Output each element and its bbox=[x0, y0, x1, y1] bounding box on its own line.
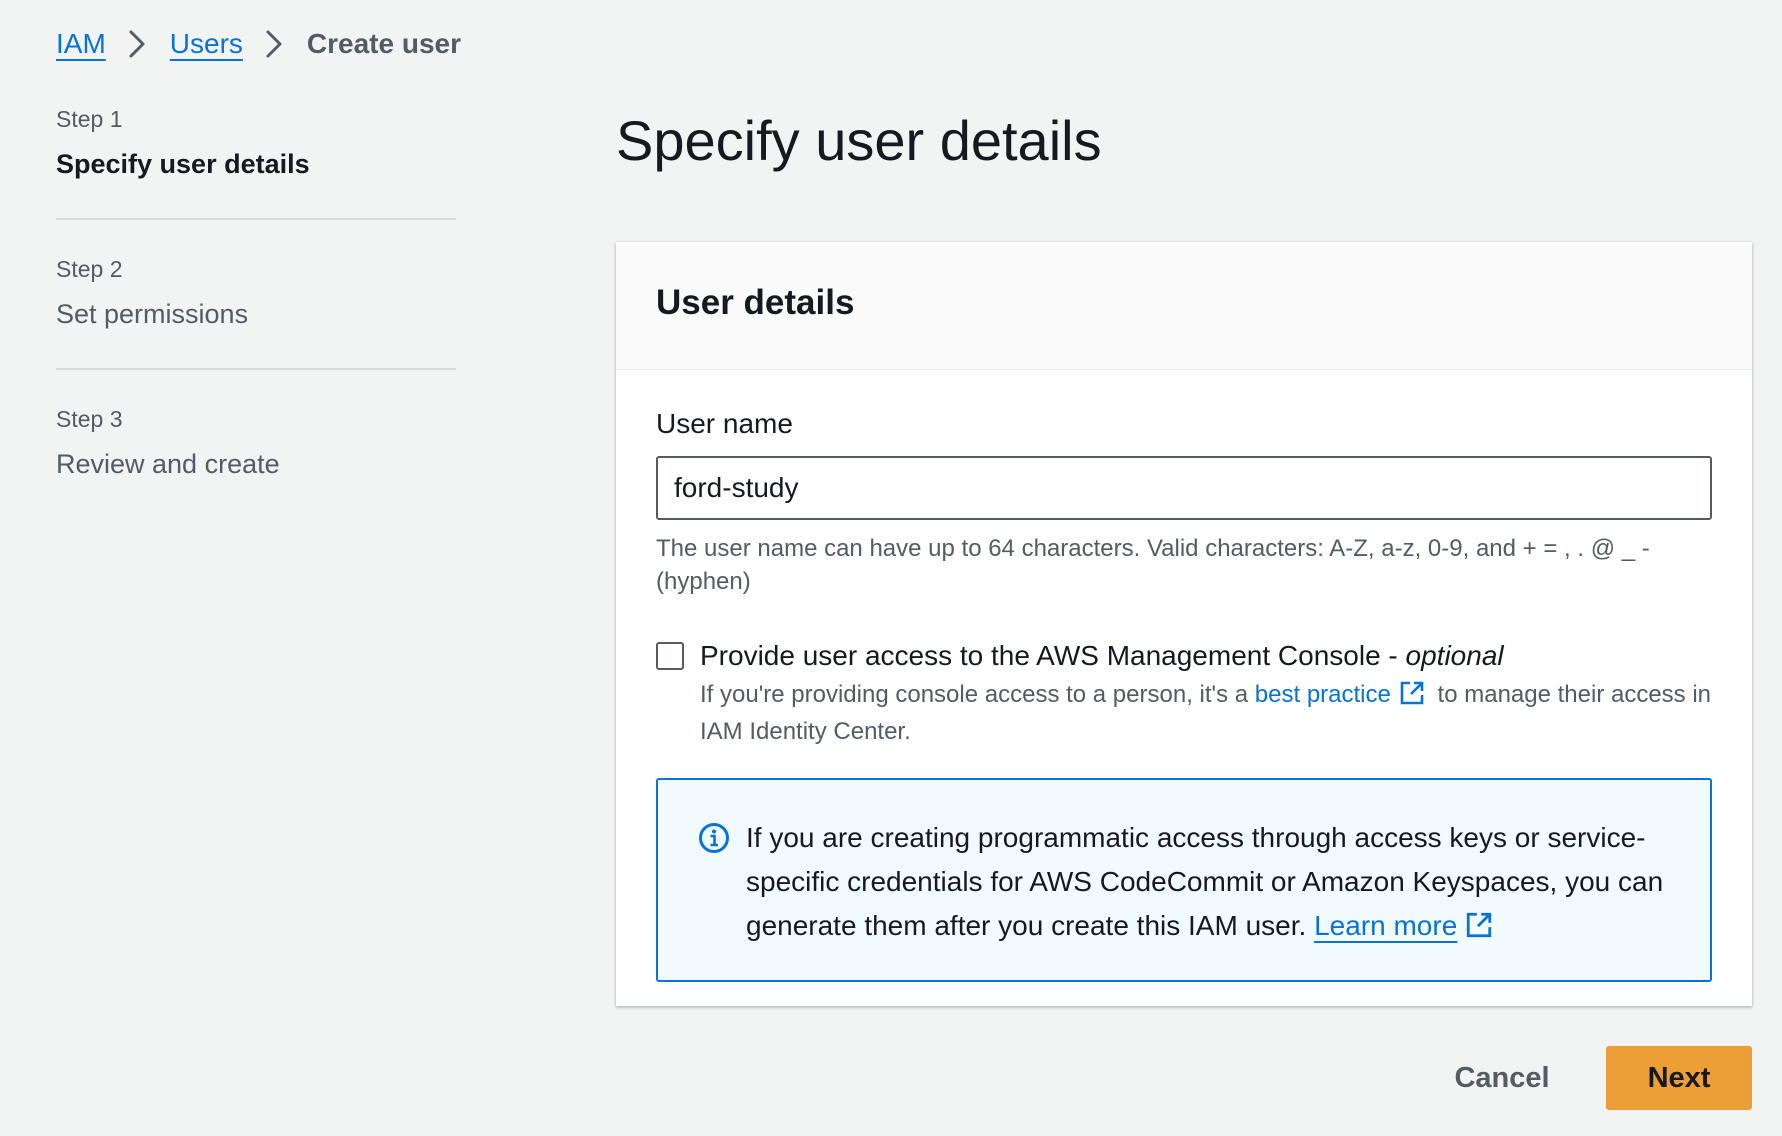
breadcrumb-users-link[interactable]: Users bbox=[170, 28, 243, 60]
step-3: Step 3 Review and create bbox=[56, 368, 456, 518]
info-alert: If you are creating programmatic access … bbox=[656, 778, 1712, 982]
step-title-specify-user-details: Specify user details bbox=[56, 149, 310, 179]
card-title: User details bbox=[656, 283, 855, 322]
info-circle-icon bbox=[698, 822, 732, 859]
card-header: User details bbox=[616, 242, 1752, 370]
breadcrumb-current: Create user bbox=[306, 28, 461, 59]
next-button[interactable]: Next bbox=[1606, 1046, 1752, 1110]
breadcrumb: IAM Users Create user bbox=[56, 22, 461, 66]
step-title-review-and-create[interactable]: Review and create bbox=[56, 446, 456, 482]
card-body: User name The user name can have up to 6… bbox=[616, 370, 1752, 982]
step-number: Step 3 bbox=[56, 406, 123, 432]
page-title: Specify user details bbox=[616, 109, 1102, 172]
external-link-icon[interactable] bbox=[1465, 908, 1493, 952]
console-access-option: Provide user access to the AWS Managemen… bbox=[656, 638, 1712, 748]
username-input[interactable] bbox=[656, 456, 1712, 520]
username-hint: The user name can have up to 64 characte… bbox=[656, 535, 1650, 595]
console-access-description: If you're providing console access to a … bbox=[700, 678, 1720, 748]
step-number: Step 2 bbox=[56, 256, 123, 282]
user-details-card: User details User name The user name can… bbox=[616, 242, 1752, 1006]
step-1: Step 1 Specify user details bbox=[56, 104, 456, 218]
username-label: User name bbox=[656, 408, 793, 439]
external-link-icon[interactable] bbox=[1399, 680, 1425, 715]
step-2: Step 2 Set permissions bbox=[56, 218, 456, 368]
info-alert-message: If you are creating programmatic access … bbox=[746, 822, 1664, 941]
chevron-right-icon bbox=[128, 29, 146, 59]
chevron-right-icon bbox=[265, 29, 283, 59]
optional-text: optional bbox=[1405, 640, 1504, 671]
wizard-steps-nav: Step 1 Specify user details Step 2 Set p… bbox=[56, 104, 456, 518]
console-desc-before: If you're providing console access to a … bbox=[700, 681, 1255, 708]
step-number: Step 1 bbox=[56, 106, 123, 132]
info-alert-text: If you are creating programmatic access … bbox=[746, 816, 1670, 952]
console-access-checkbox[interactable] bbox=[656, 642, 684, 670]
best-practice-link[interactable]: best practice bbox=[1255, 681, 1391, 708]
create-user-page: IAM Users Create user Step 1 Specify use… bbox=[0, 0, 1782, 1136]
breadcrumb-iam-link[interactable]: IAM bbox=[56, 28, 106, 60]
console-access-label-text: Provide user access to the AWS Managemen… bbox=[700, 640, 1406, 671]
step-title-set-permissions[interactable]: Set permissions bbox=[56, 296, 456, 332]
console-access-label[interactable]: Provide user access to the AWS Managemen… bbox=[700, 638, 1720, 674]
console-access-text: Provide user access to the AWS Managemen… bbox=[700, 638, 1720, 748]
learn-more-link[interactable]: Learn more bbox=[1314, 910, 1457, 941]
cancel-button[interactable]: Cancel bbox=[1424, 1046, 1580, 1110]
